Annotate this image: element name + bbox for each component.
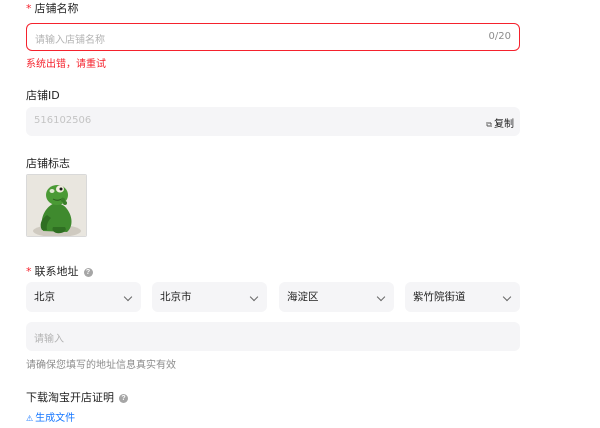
chevron-down-icon — [376, 292, 386, 302]
question-circle-icon[interactable]: ? — [119, 394, 128, 403]
province-select[interactable]: 北京 — [26, 282, 141, 312]
district-select[interactable]: 海淀区 — [279, 282, 394, 312]
city-value: 北京市 — [160, 291, 192, 303]
address-detail-placeholder: 请输入 — [34, 334, 64, 345]
generate-file-link[interactable]: ⚠ 生成文件 — [26, 409, 75, 424]
chevron-down-icon — [123, 292, 133, 302]
certificate-label-text: 下载淘宝开店证明 — [26, 391, 114, 404]
street-value: 紫竹院街道 — [413, 291, 466, 303]
copy-button-label: 复制 — [494, 119, 514, 130]
question-circle-icon[interactable]: ? — [83, 268, 93, 277]
street-select[interactable]: 紫竹院街道 — [405, 282, 520, 312]
district-value: 海淀区 — [287, 291, 319, 303]
province-value: 北京 — [34, 291, 55, 303]
address-label: * 联系地址? — [26, 263, 93, 279]
frog-figure-image — [27, 175, 86, 236]
store-name-label-text: 店铺名称 — [34, 2, 79, 15]
generate-file-label: 生成文件 — [35, 413, 76, 424]
required-mark: * — [26, 2, 32, 15]
store-id-value: 516102506 — [34, 115, 92, 126]
store-name-input[interactable]: 请输入店铺名称 0/20 — [26, 23, 520, 51]
store-name-error: 系统出错，请重试 — [26, 59, 106, 70]
address-hint: 请确保您填写的地址信息真实有效 — [26, 360, 176, 371]
store-name-placeholder: 请输入店铺名称 — [35, 35, 105, 46]
city-select[interactable]: 北京市 — [152, 282, 267, 312]
address-detail-input[interactable]: 请输入 — [26, 322, 520, 351]
warning-icon: ⚠ — [26, 414, 34, 423]
chevron-down-icon — [502, 292, 512, 302]
copy-button[interactable]: ⧉ 复制 — [486, 115, 514, 130]
chevron-down-icon — [249, 292, 259, 302]
store-id-label: 店铺ID — [26, 89, 60, 102]
required-mark: * — [26, 265, 32, 278]
char-counter: 0/20 — [488, 31, 511, 42]
certificate-label: 下载淘宝开店证明? — [26, 389, 128, 405]
store-logo-label: 店铺标志 — [26, 157, 70, 170]
store-name-label: * 店铺名称 — [26, 0, 79, 16]
store-logo-image[interactable] — [26, 174, 87, 237]
store-id-field: 516102506 ⧉ 复制 — [26, 107, 520, 136]
copy-icon: ⧉ — [486, 120, 492, 129]
address-label-text: 联系地址 — [34, 265, 79, 278]
